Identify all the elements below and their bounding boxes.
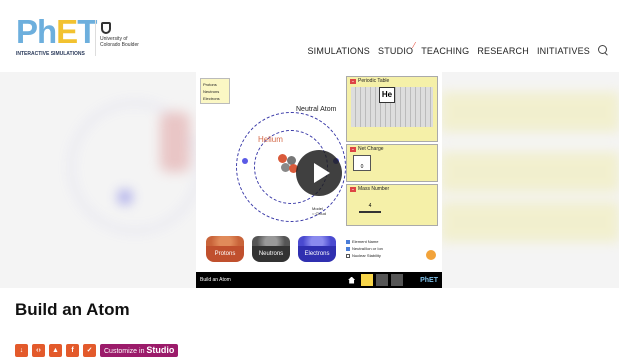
particle-buckets: Protons Neutrons Electrons (206, 232, 356, 266)
check-nuclear-stability[interactable]: Nuclear Stability (346, 252, 383, 259)
customize-in-studio-button[interactable]: Customize in Studio (100, 344, 179, 357)
embed-icon[interactable]: ‹› (32, 344, 45, 357)
logo-wordmark: PhET (16, 13, 97, 50)
download-icon[interactable]: ↓ (15, 344, 28, 357)
net-charge-value: 0 (353, 155, 371, 171)
sim-navbar-title: Build an Atom (200, 277, 231, 283)
nav-studio[interactable]: STUDIO ⁄ (378, 41, 415, 56)
sim-navbar: Build an Atom PhET (196, 272, 442, 288)
home-icon[interactable] (348, 276, 356, 284)
university-logo[interactable]: University of Colorado Boulder (99, 22, 139, 62)
check-element-name[interactable]: Element Name (346, 238, 383, 245)
share-icon[interactable]: ▲ (49, 344, 62, 357)
university-name: University of Colorado Boulder (100, 36, 139, 48)
bucket-electrons[interactable]: Electrons (298, 246, 336, 262)
phet-logo[interactable]: PhET INTERACTIVE SIMULATIONS (16, 14, 97, 58)
atom-status-label: Neutral Atom (296, 106, 337, 113)
particle-counts: Protons Neutrons Electrons (200, 78, 230, 104)
bucket-neutrons[interactable]: Neutrons (252, 246, 290, 262)
nav-initiatives[interactable]: INITIATIVES (537, 46, 590, 56)
screen-tab-symbol[interactable] (376, 274, 389, 286)
electron (242, 158, 248, 164)
share-row: ↓ ‹› ▲ f ✓ Customize in Studio (15, 344, 179, 357)
logo-subtitle: INTERACTIVE SIMULATIONS (16, 51, 85, 57)
screen-tab-atom[interactable] (361, 274, 374, 286)
net-charge-panel[interactable]: − Net Charge 0 (346, 144, 438, 182)
sim-phet-logo[interactable]: PhET (420, 277, 438, 284)
page-title: Build an Atom (15, 300, 130, 319)
facebook-icon[interactable]: f (66, 344, 79, 357)
play-video-button[interactable] (296, 150, 342, 196)
search-icon[interactable] (598, 45, 609, 56)
model-selector: Model ○ Cloud (312, 206, 326, 216)
reset-icon[interactable] (426, 250, 436, 260)
periodic-table-panel[interactable]: − Periodic Table He (346, 76, 438, 142)
logo-divider (95, 20, 96, 56)
bucket-protons[interactable]: Protons (206, 246, 244, 262)
studio-spark-icon: ⁄ (413, 40, 416, 50)
nav-simulations[interactable]: SIMULATIONS (307, 46, 370, 56)
cu-crest-icon (101, 22, 111, 34)
element-name: Helium (258, 135, 283, 144)
mass-number-value: 4 (359, 195, 381, 213)
sim-screenshot[interactable]: Protons Neutrons Electrons Neutral Atom … (196, 72, 442, 288)
nav-research[interactable]: RESEARCH (477, 46, 529, 56)
site-header: PhET INTERACTIVE SIMULATIONS University … (0, 0, 619, 72)
twitter-icon[interactable]: ✓ (83, 344, 96, 357)
display-options: Element Name Neutral/Ion or Ion Nuclear … (346, 238, 383, 259)
periodic-symbol: He (379, 87, 395, 103)
nav-teaching[interactable]: TEACHING (421, 46, 469, 56)
mass-number-panel[interactable]: − Mass Number 4 (346, 184, 438, 226)
check-neutral-ion[interactable]: Neutral/Ion or Ion (346, 245, 383, 252)
main-nav: SIMULATIONS STUDIO ⁄ TEACHING RESEARCH IN… (307, 41, 609, 56)
screen-tab-game[interactable] (391, 274, 404, 286)
